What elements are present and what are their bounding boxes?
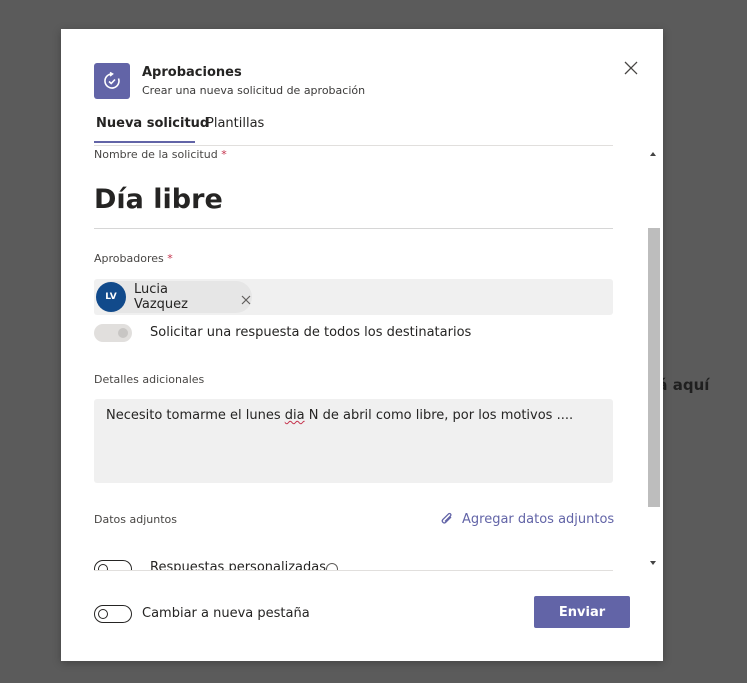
remove-approver-button[interactable] [240, 291, 252, 305]
approvals-app-icon [94, 63, 130, 99]
details-text: Necesito tomarme el lunes dia N de abril… [106, 408, 574, 423]
approvers-label-text: Aprobadores [94, 252, 164, 265]
details-textarea[interactable]: Necesito tomarme el lunes dia N de abril… [94, 399, 613, 483]
approval-refresh-icon [104, 71, 120, 89]
avatar: LV [96, 282, 126, 312]
new-tab-toggle[interactable] [94, 605, 132, 623]
request-name-label-text: Nombre de la solicitud [94, 148, 218, 161]
form-bottom-divider [94, 570, 613, 571]
required-marker: * [221, 148, 227, 161]
misspelled-word: dia [284, 408, 305, 423]
request-name-input[interactable]: Día libre [94, 184, 223, 215]
tab-new-request[interactable]: Nueva solicitud [96, 116, 209, 131]
all-responses-toggle[interactable] [94, 324, 132, 342]
app-subtitle: Crear una nueva solicitud de aprobación [142, 84, 366, 97]
scroll-down-arrow[interactable] [646, 555, 660, 569]
remove-icon [241, 295, 251, 305]
request-name-label: Nombre de la solicitud * [94, 148, 227, 161]
close-button[interactable] [621, 58, 641, 78]
tab-templates[interactable]: Plantillas [206, 116, 264, 131]
approval-dialog: Aprobaciones Crear una nueva solicitud d… [61, 29, 663, 661]
form-scroll-area: Nombre de la solicitud * Día libre Aprob… [94, 146, 642, 571]
request-name-underline [94, 228, 613, 229]
required-marker: * [167, 252, 173, 265]
add-attachments-link[interactable]: Agregar datos adjuntos [440, 511, 614, 527]
scroll-up-arrow[interactable] [646, 146, 660, 160]
close-icon [624, 61, 638, 75]
approvers-label: Aprobadores * [94, 252, 173, 265]
new-tab-toggle-label: Cambiar a nueva pestaña [142, 606, 310, 621]
send-button[interactable]: Enviar [534, 596, 630, 628]
active-tab-indicator [94, 141, 195, 143]
approvers-picker[interactable]: LV Lucia Vazquez [94, 279, 613, 315]
paperclip-icon [441, 512, 452, 524]
approver-name: Lucia Vazquez [133, 282, 188, 312]
add-attachments-text: Agregar datos adjuntos [462, 511, 615, 527]
scrollbar-thumb[interactable] [648, 228, 660, 507]
caret-up-icon [650, 152, 656, 156]
attachments-label: Datos adjuntos [94, 513, 177, 526]
scrollbar[interactable] [646, 146, 660, 571]
details-label: Detalles adicionales [94, 373, 205, 386]
caret-down-icon [650, 561, 656, 565]
approver-chip: LV Lucia Vazquez [96, 281, 252, 313]
app-title: Aprobaciones [142, 65, 242, 80]
all-responses-toggle-label: Solicitar una respuesta de todos los des… [150, 325, 472, 340]
